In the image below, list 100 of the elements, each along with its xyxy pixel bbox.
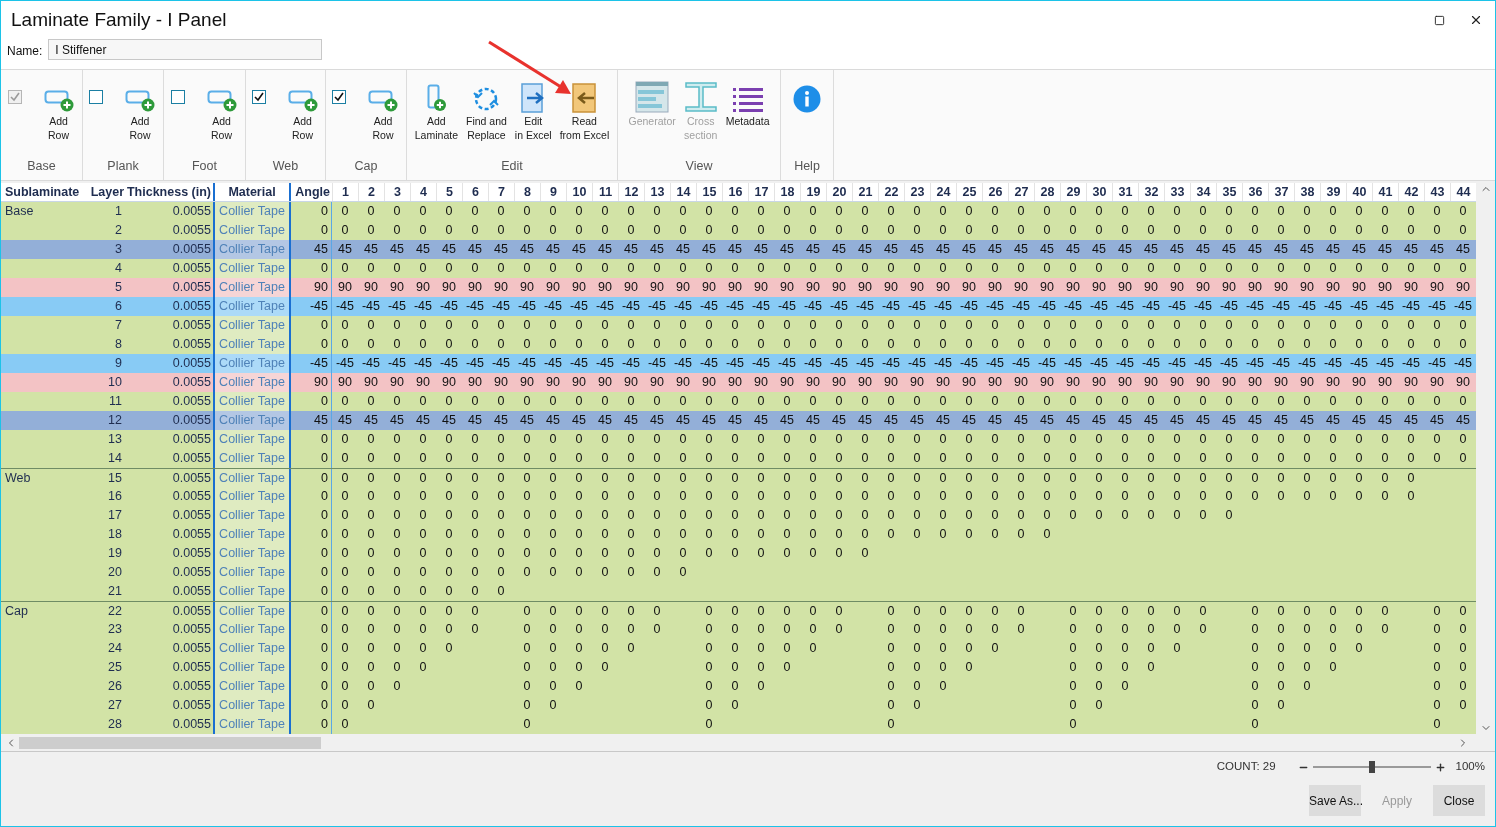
column-header[interactable]: 23 <box>904 183 930 201</box>
dialog-button[interactable]: Save As... <box>1309 785 1361 816</box>
column-header[interactable]: 41 <box>1372 183 1398 201</box>
ribbon-button[interactable]: Add Laminate <box>412 80 460 142</box>
column-header[interactable]: Layer <box>87 183 126 201</box>
name-field[interactable]: I Stiffener <box>48 39 323 60</box>
column-header[interactable]: 29 <box>1060 183 1086 201</box>
column-header[interactable]: 31 <box>1112 183 1138 201</box>
column-header[interactable]: Sublaminate <box>1 183 87 201</box>
column-header[interactable]: 2 <box>358 183 384 201</box>
column-header[interactable]: 12 <box>618 183 644 201</box>
column-header[interactable]: 38 <box>1294 183 1320 201</box>
ribbon-button[interactable]: Add Row <box>41 80 76 142</box>
column-header[interactable]: 26 <box>982 183 1008 201</box>
table-cell-text: 0 <box>574 431 584 449</box>
column-header[interactable]: 32 <box>1138 183 1164 201</box>
table-cell-text: 0 <box>1302 393 1312 411</box>
column-header[interactable]: 19 <box>800 183 826 201</box>
column-header[interactable]: Thickness (in) <box>126 183 213 201</box>
table-cell-text: -45 <box>360 298 382 316</box>
table-cell-text: 0 <box>548 336 558 354</box>
table-cell-text: 0 <box>1042 507 1052 525</box>
table-cell-text: 0 <box>1068 507 1078 525</box>
table-cell-text: 0 <box>834 317 844 335</box>
column-header[interactable]: 42 <box>1398 183 1424 201</box>
column-header[interactable]: 27 <box>1008 183 1034 201</box>
table-cell-text: 0 <box>756 260 766 278</box>
column-header[interactable]: 13 <box>644 183 670 201</box>
ribbon-button[interactable]: Find and Replace <box>464 80 509 142</box>
column-header[interactable]: 34 <box>1190 183 1216 201</box>
column-header[interactable]: 43 <box>1424 183 1450 201</box>
table-cell-text: 0 <box>912 317 922 335</box>
column-header[interactable]: 20 <box>826 183 852 201</box>
column-header[interactable]: 15 <box>696 183 722 201</box>
table-cell-text: 0 <box>1250 222 1260 240</box>
table-cell-text: 90 <box>441 374 457 392</box>
close-icon[interactable] <box>1469 13 1483 27</box>
scroll-thumb[interactable] <box>19 736 321 749</box>
table-cell-text: 0 <box>912 203 922 221</box>
ribbon-button[interactable]: Add Row <box>123 80 157 142</box>
zoom-in-icon[interactable] <box>1434 761 1446 773</box>
ribbon-button[interactable]: Metadata <box>723 80 772 128</box>
zoom-slider[interactable] <box>1312 761 1431 773</box>
column-header[interactable]: 33 <box>1164 183 1190 201</box>
table-cell-text: 0 <box>1276 203 1286 221</box>
table-cell-text: 0 <box>574 393 584 411</box>
ribbon-button[interactable]: Add Row <box>285 80 320 142</box>
horizontal-scrollbar[interactable] <box>1 734 1495 752</box>
column-header[interactable]: 36 <box>1242 183 1268 201</box>
list-icon <box>731 87 764 113</box>
column-header[interactable]: 39 <box>1320 183 1346 201</box>
column-header[interactable]: 7 <box>488 183 514 201</box>
table-cell-text: 45 <box>1403 412 1419 430</box>
column-header[interactable]: 3 <box>384 183 410 201</box>
column-header[interactable]: 16 <box>722 183 748 201</box>
column-header[interactable]: 35 <box>1216 183 1242 201</box>
checkbox[interactable] <box>170 90 185 104</box>
table-cell-text: 0 <box>808 507 818 525</box>
column-header[interactable]: 8 <box>514 183 540 201</box>
ribbon-button[interactable]: Add Row <box>204 80 239 142</box>
column-header[interactable]: 18 <box>774 183 800 201</box>
column-header[interactable]: 1 <box>332 183 358 201</box>
table-cell-text: 90 <box>1221 279 1237 297</box>
table-cell-text: 0 <box>470 260 480 278</box>
table-cell-text: 90 <box>1195 279 1211 297</box>
checkbox[interactable] <box>89 90 103 104</box>
table-cell-text: 0.0055 <box>171 431 212 449</box>
column-header[interactable]: 40 <box>1346 183 1372 201</box>
table-cell-text: 45 <box>1247 241 1263 259</box>
column-header[interactable]: 37 <box>1268 183 1294 201</box>
table-cell-text: 0 <box>782 203 792 221</box>
table-cell-text: 0 <box>626 469 636 487</box>
column-header[interactable]: Angle <box>291 183 332 201</box>
table-cell-text: 0 <box>1016 621 1026 639</box>
column-header[interactable]: 30 <box>1086 183 1112 201</box>
ribbon-button[interactable]: Read from Excel <box>557 80 612 142</box>
column-header[interactable]: 24 <box>930 183 956 201</box>
column-header[interactable]: 28 <box>1034 183 1060 201</box>
dialog-button[interactable]: Close <box>1433 785 1485 816</box>
checkbox[interactable] <box>251 90 266 104</box>
column-header[interactable]: 11 <box>592 183 618 201</box>
column-header[interactable]: 10 <box>566 183 592 201</box>
column-header[interactable]: 14 <box>670 183 696 201</box>
column-header[interactable]: 22 <box>878 183 904 201</box>
column-header[interactable]: 25 <box>956 183 982 201</box>
column-header[interactable]: 4 <box>410 183 436 201</box>
table-cell-text: 45 <box>337 412 353 430</box>
column-header[interactable]: 17 <box>748 183 774 201</box>
table-cell-text: 0 <box>496 393 506 411</box>
ribbon-button[interactable]: Edit in Excel <box>512 80 554 142</box>
column-header[interactable]: 6 <box>462 183 488 201</box>
table-cell-text: 0 <box>990 431 1000 449</box>
maximize-icon[interactable] <box>1434 14 1445 26</box>
table-cell-text: 0 <box>704 678 714 696</box>
slider-thumb[interactable] <box>1368 761 1375 773</box>
checkbox[interactable] <box>332 90 346 104</box>
column-header[interactable]: 9 <box>540 183 566 201</box>
column-header[interactable]: 21 <box>852 183 878 201</box>
ribbon-button[interactable]: Add Row <box>366 80 400 142</box>
column-header[interactable]: 5 <box>436 183 462 201</box>
